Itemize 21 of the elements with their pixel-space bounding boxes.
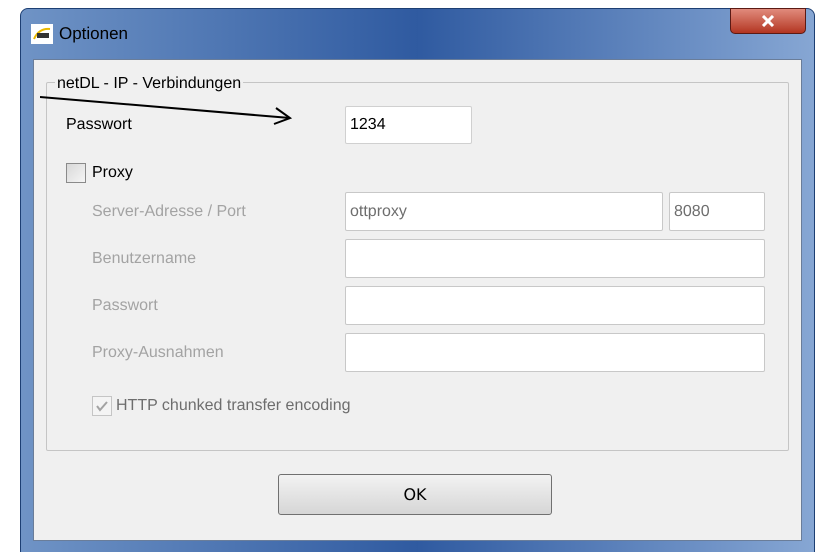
input-field[interactable] — [345, 286, 765, 325]
check-icon — [95, 400, 109, 412]
ok-button[interactable]: OK — [278, 474, 552, 515]
field-label: Passwort — [92, 296, 159, 316]
close-button[interactable] — [730, 8, 806, 34]
proxy-checkbox[interactable] — [66, 163, 86, 183]
window-title: Optionen — [59, 23, 128, 46]
field-label: Server-Adresse / Port — [92, 202, 247, 222]
chunked-checkbox[interactable] — [92, 396, 112, 416]
password-field[interactable]: 1234 — [345, 106, 472, 144]
input-field[interactable]: ottproxy — [345, 192, 663, 231]
field-label: Proxy-Ausnahmen — [92, 342, 225, 362]
port-field[interactable]: 8080 — [669, 192, 765, 231]
close-icon — [761, 15, 775, 27]
input-field[interactable] — [345, 333, 765, 372]
logo-icon — [31, 24, 53, 44]
field-label: Benutzername — [92, 248, 198, 268]
checkbox-label: Proxy — [92, 163, 133, 183]
field-label: Passwort — [66, 115, 133, 135]
input-field[interactable] — [345, 239, 765, 278]
checkbox-label: HTTP chunked transfer encoding — [116, 396, 350, 416]
